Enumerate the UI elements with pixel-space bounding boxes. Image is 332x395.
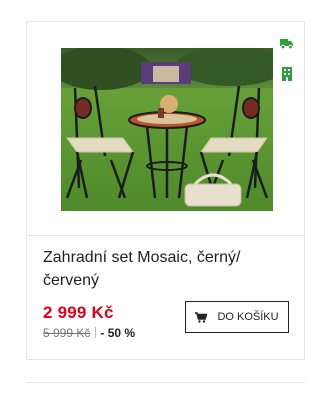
product-card: Zahradní set Mosaic, černý/ červený 2 99… (26, 21, 305, 360)
divider (26, 382, 305, 383)
price-separator (95, 327, 97, 338)
current-price: 2 999 Kč (43, 303, 114, 322)
in-stock-building-icon (282, 67, 292, 81)
add-to-cart-button[interactable]: DO KOŠÍKU (185, 301, 289, 333)
product-image[interactable] (61, 48, 273, 211)
product-title[interactable]: Zahradní set Mosaic, černý/ červený (43, 246, 291, 292)
add-to-cart-label: DO KOŠÍKU (217, 311, 279, 323)
old-price: 5 999 Kč (43, 326, 91, 340)
delivery-truck-icon (280, 39, 293, 50)
discount-badge: - 50 % (100, 326, 136, 340)
old-price-row: 5 999 Kč - 50 % (43, 326, 135, 340)
cart-icon (195, 311, 208, 323)
product-image-area[interactable] (27, 22, 304, 236)
